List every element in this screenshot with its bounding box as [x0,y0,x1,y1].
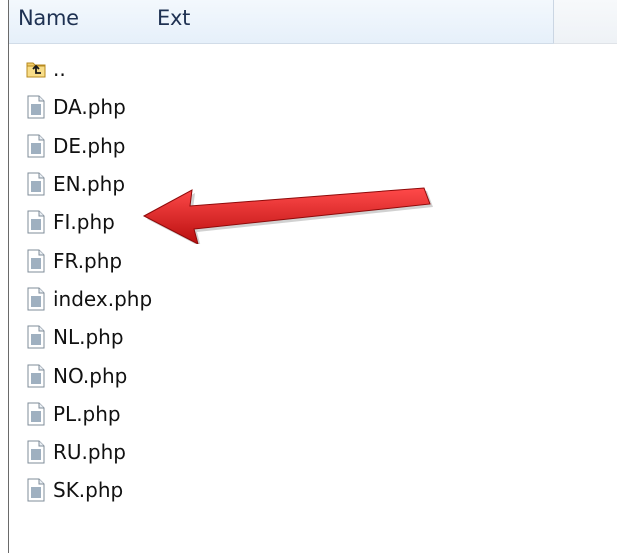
file-row-parent[interactable]: .. [25,50,152,88]
file-name: DE.php [53,133,126,158]
file-row-da[interactable]: DA.php [25,88,152,126]
file-name: index.php [53,286,153,311]
column-header-name[interactable]: Name Ext [9,0,554,44]
file-icon [25,93,47,121]
column-header: Name Ext [9,0,617,44]
file-icon [25,285,47,313]
file-icon [25,132,47,160]
file-name: RU.php [53,440,126,465]
file-icon [25,362,47,390]
file-name: PL.php [53,401,121,426]
file-row-en[interactable]: EN.php [25,165,152,203]
file-row-de[interactable]: DE.php [25,127,152,165]
file-name: NO.php [53,363,128,388]
file-row-pl[interactable]: PL.php [25,395,152,433]
file-list: .. DA.php DE.php EN.php FI.php FR.php in… [25,50,152,510]
file-row-sk[interactable]: SK.php [25,471,152,509]
pane-left-border [8,0,9,553]
file-row-index[interactable]: index.php [25,280,152,318]
file-row-nl[interactable]: NL.php [25,318,152,356]
column-header-name-label: Name [18,6,79,30]
column-divider[interactable] [553,0,554,43]
file-icon [25,400,47,428]
file-row-fr[interactable]: FR.php [25,241,152,279]
red-arrow-shape [142,187,431,244]
red-arrow-annotation [142,187,433,244]
file-icon [25,323,47,351]
file-name: FR.php [53,248,123,273]
file-row-ru[interactable]: RU.php [25,433,152,471]
file-name: .. [53,57,66,82]
file-name: NL.php [53,325,124,350]
file-icon [25,438,47,466]
file-name: DA.php [53,95,126,120]
folder-up-icon [25,55,47,83]
column-header-ext-label[interactable]: Ext [157,6,190,30]
file-name: SK.php [53,478,124,503]
file-row-no[interactable]: NO.php [25,356,152,394]
file-icon [25,170,47,198]
file-row-fi[interactable]: FI.php [25,203,152,241]
file-icon [25,476,47,504]
file-icon [25,247,47,275]
column-header-empty [554,0,617,44]
file-name: FI.php [53,210,115,235]
file-icon [25,208,47,236]
file-name: EN.php [53,172,126,197]
